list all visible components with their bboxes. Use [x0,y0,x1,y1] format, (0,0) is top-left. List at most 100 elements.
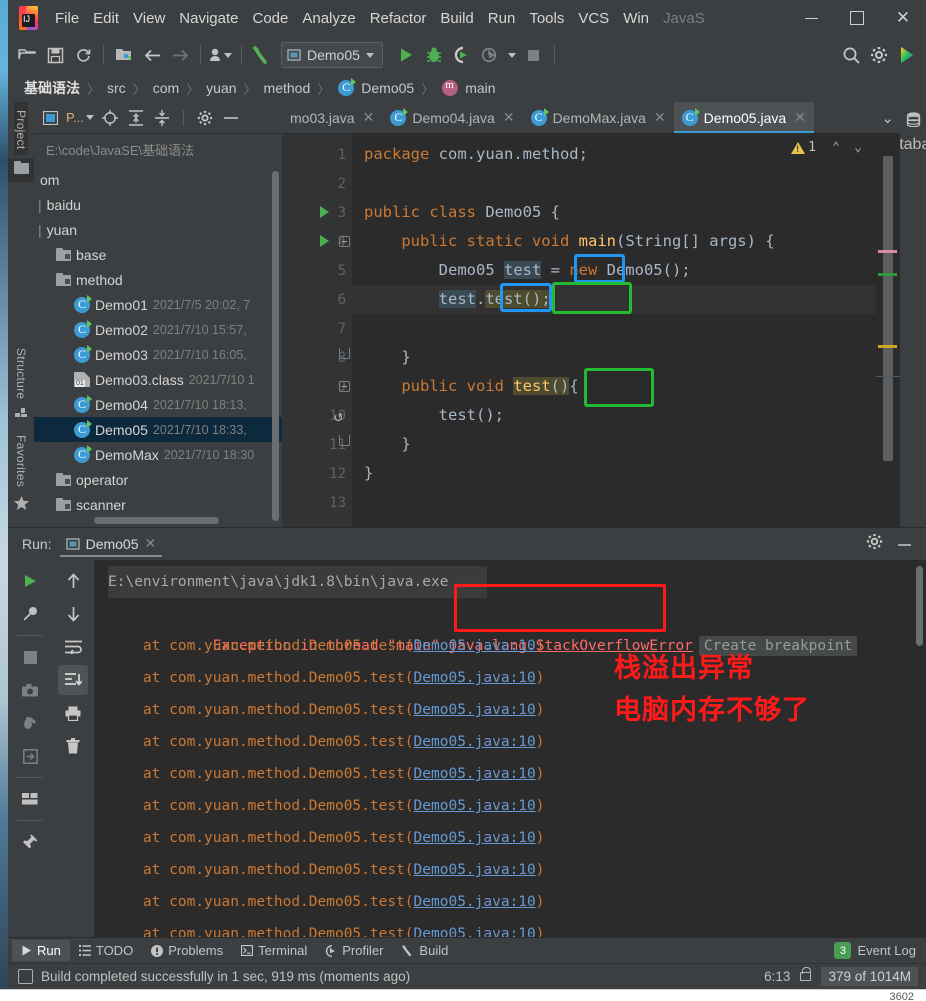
breadcrumb-item-project[interactable]: 基础语法 [22,78,82,98]
scroll-to-end-icon[interactable] [58,665,88,695]
close-icon[interactable]: ✕ [503,109,515,126]
open-folder-icon[interactable] [14,42,40,68]
editor-gutter[interactable]: 1 2 3 4 5 6 7 8 9 ↺ 10 11 12 13 [282,134,352,527]
tree-node-baidu[interactable]: | baidu [34,192,282,217]
tree-node-demo04[interactable]: Demo04 2021/7/10 18:13, [34,392,282,417]
next-problem-button[interactable]: ⌄ [854,140,862,155]
sync-icon[interactable] [70,42,96,68]
tree-node-operator[interactable]: operator [34,467,282,492]
console-output[interactable]: E:\environment\java\jdk1.8\bin\java.exe … [94,560,926,937]
menu-item-build[interactable]: Build [433,6,480,31]
caret-position[interactable]: 6:13 [764,969,790,984]
bottom-tab-terminal[interactable]: Terminal [232,940,316,961]
menu-item-refactor[interactable]: Refactor [363,6,434,31]
run-method-gutter-icon[interactable] [320,235,329,247]
editor-tab-list-button[interactable]: ⌄ [875,102,900,133]
editor-scrollbar-thumb[interactable] [883,156,893,461]
menu-item-window[interactable]: Win [616,6,656,31]
stack-frame-link[interactable]: Demo05.java:10 [414,862,536,878]
tree-node-base[interactable]: base [34,242,282,267]
hide-panel-icon[interactable] [221,108,241,128]
run-session-tab[interactable]: Demo05 ✕ [59,531,163,557]
stack-frame-link[interactable]: Demo05.java:10 [414,830,536,846]
fold-icon[interactable] [339,381,350,392]
inspection-warning-badge[interactable]: 1 [791,140,816,155]
print-icon[interactable] [58,698,88,728]
tree-node-demo05[interactable]: Demo05 2021/7/10 18:33, [34,417,282,442]
run-with-coverage-button[interactable] [449,42,475,68]
menu-item-edit[interactable]: Edit [86,6,126,31]
unlocked-icon[interactable] [800,967,812,981]
locate-icon[interactable] [100,108,120,128]
tree-node-demo03[interactable]: Demo03 2021/7/10 16:05, [34,342,282,367]
menu-item-code[interactable]: Code [245,6,295,31]
breadcrumb-item-com[interactable]: com [151,80,181,96]
project-view-icon[interactable] [40,108,60,128]
gear-icon[interactable] [866,533,883,555]
marker-pink[interactable] [878,250,897,253]
menu-item-navigate[interactable]: Navigate [172,6,245,31]
close-icon[interactable]: ✕ [363,109,375,126]
window-minimize-button[interactable] [788,0,834,36]
profile-dropdown-icon[interactable] [505,42,519,68]
close-icon[interactable]: ✕ [654,109,666,126]
settings-gear-icon[interactable] [866,42,892,68]
rail-label-structure[interactable]: Structure [14,342,28,405]
tree-node-demo01[interactable]: Demo01 2021/7/5 20:02, 7 [34,292,282,317]
bottom-tab-run[interactable]: Run [12,940,70,961]
project-panel-title[interactable]: P... [66,110,94,125]
save-icon[interactable] [42,42,68,68]
previous-problem-button[interactable]: ⌃ [832,140,840,155]
stack-frame-link[interactable]: Demo05.java:10 [414,798,536,814]
fold-icon[interactable] [339,236,350,247]
editor-tab-demomax[interactable]: DemoMax.java ✕ [523,102,674,133]
run-configuration-selector[interactable]: Demo05 [281,42,383,68]
stack-frame-link[interactable]: Demo05.java:10 [414,734,536,750]
run-button[interactable] [393,42,419,68]
bottom-tab-todo[interactable]: TODO [70,940,142,961]
tree-node-demo03-class[interactable]: Demo03.class 2021/7/10 1 [34,367,282,392]
window-close-button[interactable]: ✕ [880,0,926,36]
toolbox-icon[interactable] [894,42,920,68]
event-log-label[interactable]: Event Log [857,943,916,958]
project-tree-horizontal-scrollbar[interactable] [94,517,219,524]
rail-label-project[interactable]: Project [14,102,28,156]
tree-node-demomax[interactable]: DemoMax 2021/7/10 18:30 [34,442,282,467]
stack-frame-link[interactable]: Demo05.java:10 [414,670,536,686]
menu-item-view[interactable]: View [126,6,172,31]
menu-item-tools[interactable]: Tools [522,6,571,31]
project-structure-icon[interactable] [111,42,137,68]
fold-end-icon[interactable] [339,348,350,359]
project-tree-vertical-scrollbar[interactable] [272,171,279,521]
bottom-tab-profiler[interactable]: Profiler [316,940,392,961]
breadcrumb-item-src[interactable]: src [105,80,128,96]
expand-all-icon[interactable] [126,108,146,128]
minimize-icon[interactable] [897,535,912,553]
pin-icon[interactable] [15,827,45,857]
soft-wrap-icon[interactable] [58,632,88,662]
tree-node-yuan[interactable]: | yuan [34,217,282,242]
editor-tab-demo05[interactable]: Demo05.java ✕ [673,102,815,133]
gear-icon[interactable] [195,108,215,128]
tree-node-om[interactable]: om [34,167,282,192]
breadcrumb-item-yuan[interactable]: yuan [204,80,238,96]
vcs-user-icon[interactable] [208,42,234,68]
tree-node-method[interactable]: method [34,267,282,292]
console-vertical-scrollbar[interactable] [916,566,923,646]
collapse-all-icon[interactable] [152,108,172,128]
stack-frame-link[interactable]: Demo05.java:10 [414,926,536,937]
close-icon[interactable]: ✕ [145,535,157,552]
debug-button[interactable] [421,42,447,68]
menu-item-run[interactable]: Run [481,6,523,31]
menu-item-vcs[interactable]: VCS [571,6,616,31]
editor-tab-demo04[interactable]: Demo04.java ✕ [382,102,522,133]
search-everywhere-icon[interactable] [838,42,864,68]
menu-item-analyze[interactable]: Analyze [295,6,362,31]
marker-yellow[interactable] [878,345,897,348]
bottom-tab-problems[interactable]: Problems [142,940,232,961]
fold-end-icon[interactable] [339,435,350,446]
tree-node-scanner[interactable]: scanner [34,492,282,517]
code-editor[interactable]: 1 2 3 4 5 6 7 8 9 ↺ 10 11 12 13 package … [282,134,900,527]
breadcrumb-item-class[interactable]: Demo05 [359,80,416,96]
trash-icon[interactable] [58,731,88,761]
